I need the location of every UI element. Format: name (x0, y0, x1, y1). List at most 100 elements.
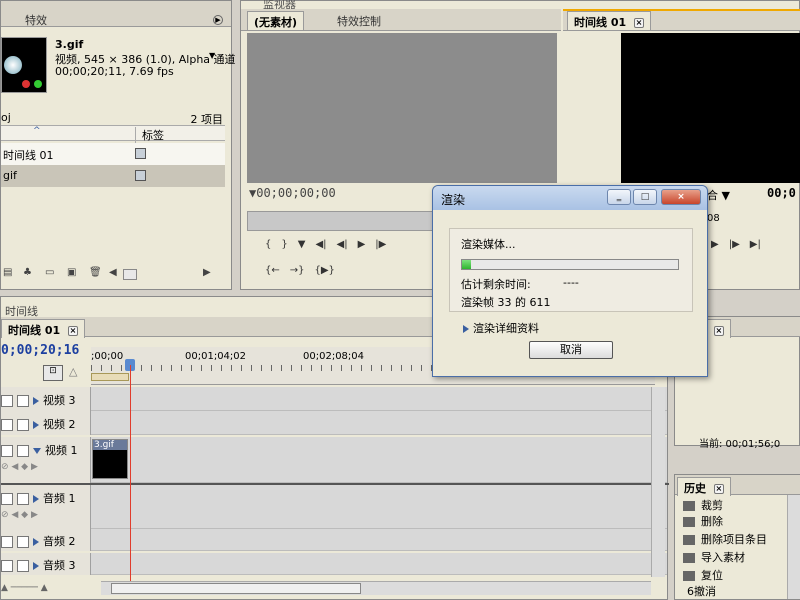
collapse-icon[interactable] (33, 448, 41, 454)
track-lock-icon[interactable] (17, 445, 29, 457)
panel-menu-icon[interactable]: ▶ (213, 15, 223, 25)
col-label-header[interactable]: 标签 (135, 127, 164, 143)
history-vscroll[interactable] (787, 495, 800, 599)
close-icon[interactable]: × (713, 484, 724, 494)
track-video-2[interactable]: 视频 2 (1, 411, 667, 435)
work-area-bar[interactable] (91, 373, 129, 381)
scroll-left-icon[interactable]: ◀ (109, 267, 117, 278)
history-item[interactable]: 删除 (683, 513, 723, 529)
mark-out-icon[interactable]: } (281, 239, 287, 250)
cancel-button[interactable]: 取消 (529, 341, 613, 359)
clip-info-dropdown-icon[interactable]: ▼ (209, 51, 215, 60)
track-lock-icon[interactable] (17, 536, 29, 548)
track-eye-icon[interactable] (1, 445, 13, 457)
tab-history[interactable]: 历史 × (677, 477, 731, 496)
tab-effect-controls[interactable]: 特效控制 (331, 11, 387, 30)
expand-icon[interactable] (33, 495, 39, 503)
snap-toggle-icon[interactable]: ⊡ (43, 365, 63, 381)
track-speaker-icon[interactable] (1, 560, 13, 572)
track-lock-icon[interactable] (17, 419, 29, 431)
track-label: 音频 1 (43, 492, 76, 505)
timeline-hscroll[interactable] (101, 581, 651, 595)
history-item[interactable]: 导入素材 (683, 549, 745, 565)
history-item[interactable]: 6撤消 (687, 583, 716, 599)
track-lock-icon[interactable] (17, 560, 29, 572)
timeline-timecode[interactable]: 0;00;20;16 (1, 343, 79, 358)
track-eye-icon[interactable] (1, 419, 13, 431)
thumb-orb-icon (4, 56, 22, 74)
project-item-timeline[interactable]: 时间线 01 (1, 143, 225, 165)
close-icon[interactable]: × (633, 18, 644, 28)
maximize-button[interactable]: □ (633, 189, 657, 205)
find-icon[interactable]: ♣ (23, 267, 32, 278)
clip-info-2: 00;00;20;11, 7.69 fps (55, 65, 174, 78)
keyframe-nav[interactable]: ⊘ ◀ ◆ ▶ (1, 510, 90, 520)
expand-icon[interactable] (33, 397, 39, 405)
reset-icon (683, 571, 695, 581)
project-item-gif[interactable]: gif (1, 165, 225, 187)
keyframe-nav[interactable]: ⊘ ◀ ◆ ▶ (1, 462, 90, 472)
history-item[interactable]: 裁剪 (683, 497, 723, 513)
minimize-button[interactable]: ‗ (607, 189, 631, 205)
expand-icon[interactable] (33, 538, 39, 546)
goto-out-icon[interactable]: →} (290, 265, 305, 276)
play-icon[interactable]: ▶ (358, 239, 366, 250)
clip-label: 3.gif (93, 440, 127, 450)
list-view-icon[interactable]: ▤ (3, 267, 12, 278)
track-video-3[interactable]: 视频 3 (1, 387, 667, 411)
zoom-out-icon[interactable]: ▲ (1, 583, 8, 593)
track-audio-2[interactable]: 音频 2 (1, 529, 667, 551)
crop-icon (683, 501, 695, 511)
tab-timeline[interactable]: 时间线 01 × (1, 319, 85, 338)
step-back-icon[interactable]: ◀| (315, 239, 326, 250)
expand-icon[interactable] (33, 562, 39, 570)
track-video-1[interactable]: 视频 1 ⊘ ◀ ◆ ▶ 3.gif (1, 437, 667, 483)
prog-step-forward-icon[interactable]: ▶| (750, 239, 761, 250)
history-item[interactable]: 复位 (683, 567, 723, 583)
scroll-thumb[interactable] (123, 269, 137, 280)
frame-back-icon[interactable]: ◀| (337, 239, 348, 250)
scroll-right-icon[interactable]: ▶ (203, 267, 211, 278)
source-transport: {} ▼ ◀| ◀| ▶ |▶ (265, 237, 396, 250)
hscroll-thumb[interactable] (111, 583, 361, 594)
close-icon[interactable]: × (67, 326, 78, 336)
prog-play-icon[interactable]: ▶ (711, 239, 719, 250)
zoom-slider[interactable]: ▲ ───── ▲ (1, 583, 91, 593)
track-header: 视频 3 (1, 387, 91, 411)
history-item[interactable]: 删除项目条目 (683, 531, 767, 547)
mark-in-icon[interactable]: { (265, 239, 271, 250)
sort-asc-icon[interactable]: ^ (33, 126, 41, 136)
marker-icon[interactable]: △ (69, 365, 77, 378)
close-icon[interactable]: × (713, 326, 724, 336)
new-item-icon[interactable]: ▣ (67, 267, 76, 278)
tab-source[interactable]: (无素材) (247, 11, 305, 30)
render-details-toggle[interactable]: 渲染详细资料 (463, 320, 539, 336)
tab-effects[interactable]: 特效 (19, 10, 53, 29)
program-fit-dropdown[interactable]: 合 ▼ (707, 187, 730, 203)
timeline-clip[interactable]: 3.gif (92, 439, 128, 479)
track-speaker-icon[interactable] (1, 493, 13, 505)
track-lock-icon[interactable] (17, 395, 29, 407)
track-label: 视频 3 (43, 394, 76, 407)
track-speaker-icon[interactable] (1, 536, 13, 548)
tab-program-timeline[interactable]: 时间线 01 × (567, 11, 651, 30)
play-in-out-icon[interactable]: {▶} (315, 265, 335, 276)
timeline-vscroll[interactable] (651, 387, 665, 577)
prog-frame-forward-icon[interactable]: |▶ (729, 239, 740, 250)
goto-in-icon[interactable]: {← (265, 265, 280, 276)
track-audio-1[interactable]: 音频 1 ⊘ ◀ ◆ ▶ (1, 485, 667, 529)
track-audio-3[interactable]: 音频 3 (1, 553, 667, 575)
bin-icon[interactable]: ▭ (45, 267, 54, 278)
label-color-swatch (135, 170, 146, 181)
trash-icon[interactable]: 🗑 (89, 267, 102, 278)
source-timecode[interactable]: ▼00;00;00;00 (249, 186, 336, 200)
playhead-line[interactable] (130, 365, 131, 581)
tab-effect-controls-label: 特效控制 (337, 15, 381, 28)
close-button[interactable]: × (661, 189, 701, 205)
marker-icon[interactable]: ▼ (298, 239, 306, 250)
track-lock-icon[interactable] (17, 493, 29, 505)
zoom-in-icon[interactable]: ▲ (41, 583, 48, 593)
track-eye-icon[interactable] (1, 395, 13, 407)
expand-icon[interactable] (33, 421, 39, 429)
frame-forward-icon[interactable]: |▶ (375, 239, 386, 250)
